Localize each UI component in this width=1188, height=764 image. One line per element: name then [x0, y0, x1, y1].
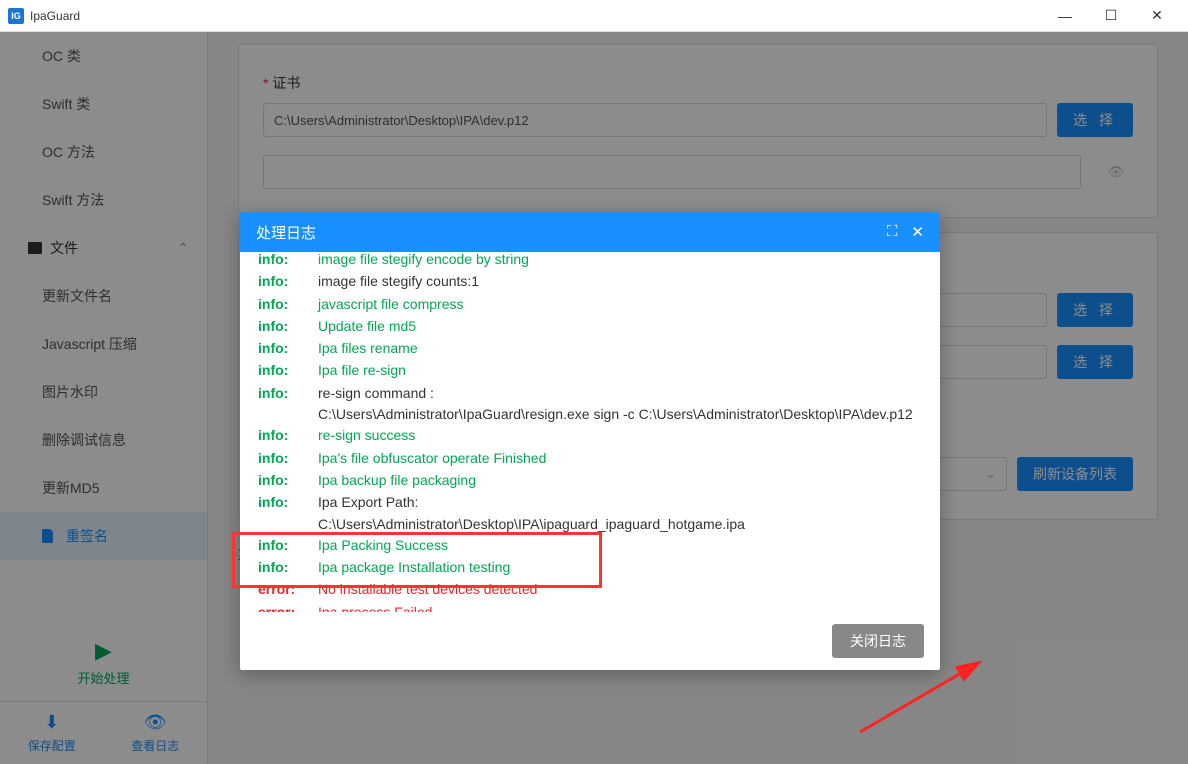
log-message: re-sign command : [318, 383, 922, 403]
log-message: Ipa file re-sign [318, 360, 922, 380]
log-level: error: [258, 579, 318, 599]
log-level: info: [258, 425, 318, 445]
log-level: info: [258, 271, 318, 291]
log-level: info: [258, 557, 318, 577]
app-title: IpaGuard [30, 9, 80, 23]
log-line: info:Ipa file re-sign [240, 359, 940, 381]
log-line: info:Update file md5 [240, 315, 940, 337]
log-message: image file stegify counts:1 [318, 271, 922, 291]
log-level: info: [258, 535, 318, 555]
log-message: No installable test devices detected [318, 579, 922, 599]
log-level: info: [258, 360, 318, 380]
log-line: info:Ipa's file obfuscator operate Finis… [240, 447, 940, 469]
log-continuation: C:\Users\Administrator\Desktop\IPA\ipagu… [240, 514, 940, 534]
log-level: info: [258, 338, 318, 358]
log-level: info: [258, 470, 318, 490]
log-message: Ipa's file obfuscator operate Finished [318, 448, 922, 468]
maximize-button[interactable]: ☐ [1088, 0, 1134, 32]
log-line: info:Ipa backup file packaging [240, 469, 940, 491]
log-level: info: [258, 492, 318, 512]
log-message: Ipa package Installation testing [318, 557, 922, 577]
log-line: error:Ipa process Failed [240, 601, 940, 612]
fullscreen-icon[interactable]: ⛶ [887, 223, 898, 241]
log-message: Update file md5 [318, 316, 922, 336]
log-level: error: [258, 602, 318, 612]
log-message: Ipa files rename [318, 338, 922, 358]
close-log-button[interactable]: 关闭日志 [832, 624, 924, 658]
log-line: info:Ipa package Installation testing [240, 556, 940, 578]
log-message: image file stegify encode by string [318, 252, 922, 269]
log-level: info: [258, 383, 318, 403]
log-level: info: [258, 294, 318, 314]
dialog-header: 处理日志 ⛶ ✕ [240, 212, 940, 252]
minimize-button[interactable]: — [1042, 0, 1088, 32]
log-line: info:Ipa Packing Success [240, 534, 940, 556]
app-icon: IG [8, 8, 24, 24]
log-level: info: [258, 448, 318, 468]
dialog-title: 处理日志 [256, 222, 316, 243]
close-button[interactable]: ✕ [1134, 0, 1180, 32]
log-line: info:re-sign success [240, 424, 940, 446]
log-message: Ipa backup file packaging [318, 470, 922, 490]
log-line: info:Ipa Export Path: [240, 491, 940, 513]
log-message: Ipa Packing Success [318, 535, 922, 555]
log-line: info:re-sign command : [240, 382, 940, 404]
log-message: Ipa process Failed [318, 602, 922, 612]
log-message: Ipa Export Path: [318, 492, 922, 512]
log-level: info: [258, 252, 318, 269]
log-message: re-sign success [318, 425, 922, 445]
log-continuation: C:\Users\Administrator\IpaGuard\resign.e… [240, 404, 940, 424]
log-line: info:javascript file compress [240, 293, 940, 315]
log-dialog: 处理日志 ⛶ ✕ info:image file stegify encode … [240, 212, 940, 670]
close-icon[interactable]: ✕ [911, 223, 924, 241]
log-line: error:No installable test devices detect… [240, 578, 940, 600]
log-body[interactable]: info:image file stegify encode by string… [240, 252, 940, 612]
log-message: javascript file compress [318, 294, 922, 314]
log-line: info:image file stegify counts:1 [240, 270, 940, 292]
titlebar: IG IpaGuard — ☐ ✕ [0, 0, 1188, 32]
log-level: info: [258, 316, 318, 336]
log-line: info:Ipa files rename [240, 337, 940, 359]
log-line: info:image file stegify encode by string [240, 252, 940, 270]
